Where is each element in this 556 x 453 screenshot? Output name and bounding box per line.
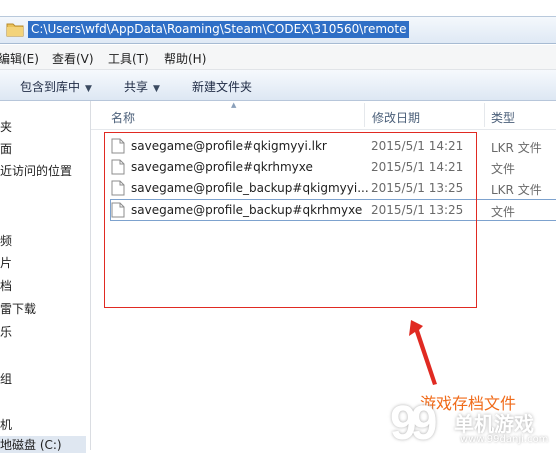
annotation-box: [104, 132, 477, 308]
column-divider[interactable]: [364, 103, 365, 127]
toolbar: 包含到库中 ▼ 共享 ▼ 新建文件夹: [0, 70, 556, 101]
chevron-down-icon: ▼: [85, 84, 92, 94]
site-watermark: 99 单机游戏 www.99danji.com: [390, 397, 556, 450]
nav-item[interactable]: 片: [0, 254, 12, 271]
nav-item[interactable]: 频: [0, 232, 12, 249]
sort-arrow-icon: ▲: [231, 101, 237, 109]
column-header: ▲ 名称 修改日期 类型: [91, 101, 556, 130]
share-button[interactable]: 共享 ▼: [124, 78, 160, 95]
nav-item[interactable]: 夹: [0, 118, 12, 135]
include-library-button[interactable]: 包含到库中 ▼: [20, 78, 92, 95]
file-type: 文件: [491, 162, 516, 176]
nav-item[interactable]: 机: [0, 416, 12, 433]
menu-edit[interactable]: 编辑(E): [0, 50, 39, 67]
column-date[interactable]: 修改日期: [372, 109, 420, 126]
new-folder-button[interactable]: 新建文件夹: [192, 78, 252, 95]
share-label: 共享: [124, 80, 149, 94]
watermark-url: www.99danji.com: [460, 434, 549, 445]
nav-item[interactable]: 档: [0, 277, 12, 294]
nav-item[interactable]: 近访问的位置: [0, 162, 72, 179]
address-path[interactable]: C:\Users\wfd\AppData\Roaming\Steam\CODEX…: [28, 21, 410, 38]
column-name[interactable]: 名称: [111, 109, 135, 126]
menu-view[interactable]: 查看(V): [52, 50, 94, 67]
column-type[interactable]: 类型: [491, 109, 515, 126]
file-type: 文件: [491, 205, 516, 219]
nav-item-local-disk[interactable]: 地磁盘 (C:): [0, 436, 86, 453]
nav-item[interactable]: 面: [0, 140, 12, 157]
file-type: LKR 文件: [491, 141, 542, 155]
file-type: LKR 文件: [491, 183, 542, 197]
column-divider[interactable]: [484, 103, 485, 127]
nav-item[interactable]: 乐: [0, 323, 12, 340]
watermark-logo: 99: [390, 397, 437, 450]
nav-item[interactable]: 雷下载: [0, 300, 36, 317]
include-library-label: 包含到库中: [20, 80, 81, 94]
nav-item[interactable]: 组: [0, 370, 12, 387]
annotation-arrow-icon: [409, 320, 437, 385]
folder-icon: [6, 23, 24, 37]
menu-bar: 编辑(E) 查看(V) 工具(T) 帮助(H): [0, 45, 556, 70]
watermark-site-name: 单机游戏: [454, 412, 534, 436]
address-bar[interactable]: C:\Users\wfd\AppData\Roaming\Steam\CODEX…: [0, 16, 556, 44]
navigation-pane: 夹 面 近访问的位置 频 片 档 雷下载 乐 组 机 地磁盘 (C:): [0, 101, 91, 453]
chevron-down-icon: ▼: [153, 84, 160, 94]
menu-help[interactable]: 帮助(H): [164, 50, 206, 67]
menu-tools[interactable]: 工具(T): [108, 50, 149, 67]
